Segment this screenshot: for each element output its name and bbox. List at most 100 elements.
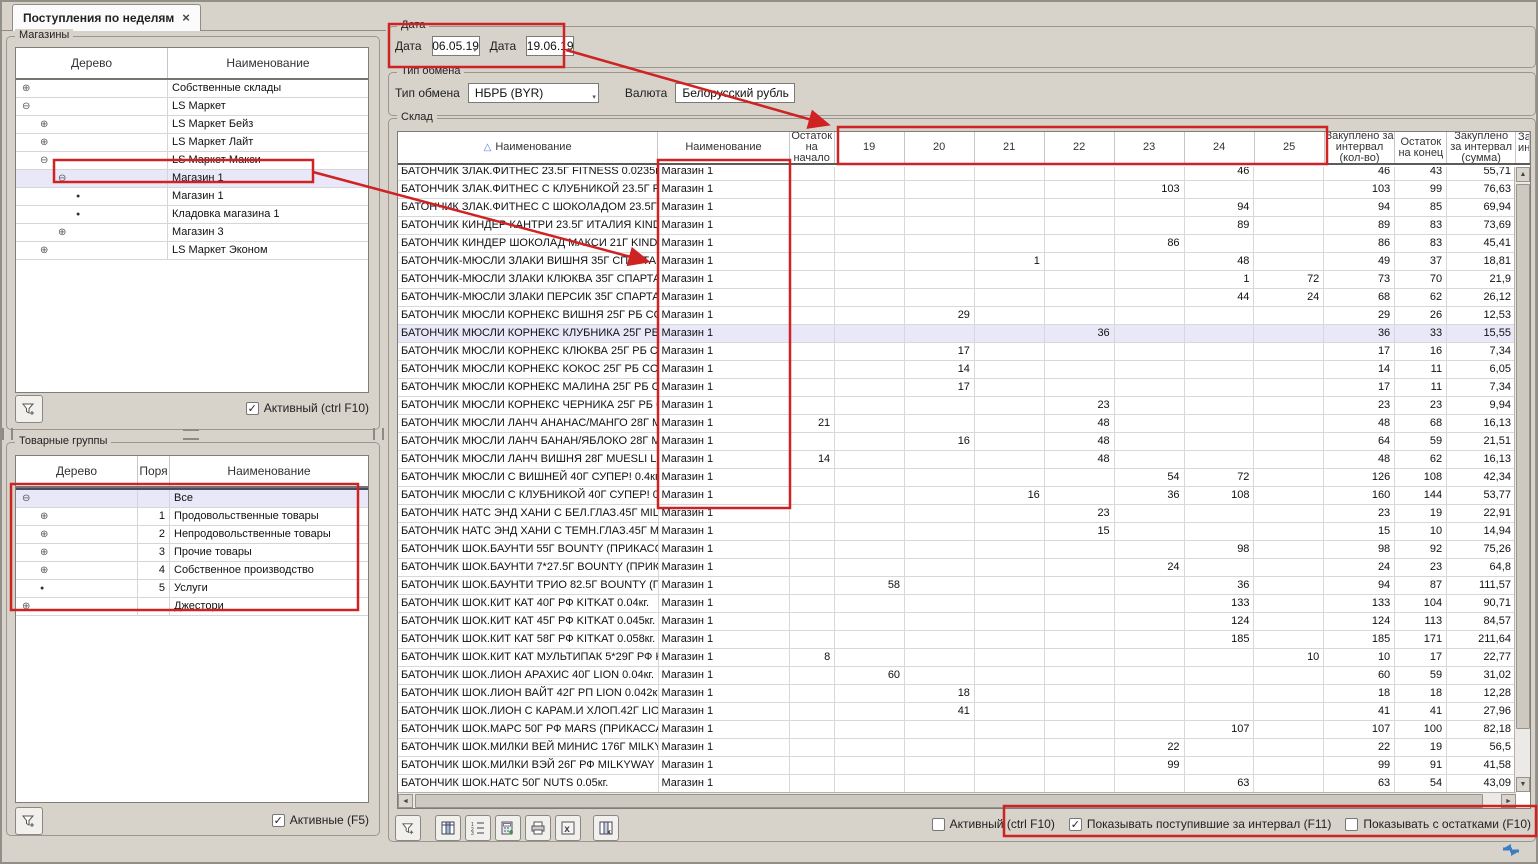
week-value-cell[interactable] [1045,775,1115,792]
purchased-sum-cell[interactable]: 42,34 [1447,469,1516,486]
tree-cell[interactable]: ⊖ [16,490,138,507]
checkbox-icon[interactable]: ✓ [1069,818,1082,831]
checkbox-icon[interactable] [1345,818,1358,831]
stores-filter-button[interactable] [15,395,43,423]
week-value-cell[interactable] [835,325,905,342]
week-value-cell[interactable] [1185,379,1255,396]
week-value-cell[interactable] [905,667,975,684]
option-checkbox[interactable]: Показывать с остатками (F10) [1345,817,1531,831]
week-value-cell[interactable] [1045,739,1115,756]
week-value-cell[interactable]: 41 [905,703,975,720]
week-value-cell[interactable] [975,433,1045,450]
week-value-cell[interactable] [975,217,1045,234]
week-value-cell[interactable] [1185,181,1255,198]
purchased-qty-cell[interactable]: 48 [1324,451,1395,468]
sklad-col-ost-kon[interactable]: Остаток на конец [1395,132,1447,163]
closing-balance-cell[interactable]: 23 [1395,397,1447,414]
product-name-cell[interactable]: БАТОНЧИК МЮСЛИ КОРНЕКС КЛУБНИКА 25Г РБ C… [398,325,659,342]
week-value-cell[interactable] [835,649,905,666]
tree-row[interactable]: ⊖LS Маркет [16,98,368,116]
store-cell[interactable]: Магазин 1 [659,487,791,504]
week-value-cell[interactable]: 29 [905,307,975,324]
opening-balance-cell[interactable] [790,613,835,630]
currency-field[interactable]: Белорусский рубль [675,83,795,103]
closing-balance-cell[interactable]: 11 [1395,361,1447,378]
week-value-cell[interactable] [975,739,1045,756]
closing-balance-cell[interactable]: 19 [1395,505,1447,522]
opening-balance-cell[interactable] [790,505,835,522]
week-value-cell[interactable] [1115,325,1185,342]
product-name-cell[interactable]: БАТОНЧИК ШОК.КИТ КАТ 45Г РФ KITKAT 0.045… [398,613,659,630]
week-value-cell[interactable] [975,523,1045,540]
closing-balance-cell[interactable]: 91 [1395,757,1447,774]
tree-row[interactable]: ⊕Собственные склады [16,80,368,98]
purchased-sum-cell[interactable]: 45,41 [1447,235,1516,252]
week-value-cell[interactable]: 108 [1185,487,1255,504]
table-row[interactable]: БАТОНЧИК-МЮСЛИ ЗЛАКИ ВИШНЯ 35Г СПАРТАК 0… [398,253,1516,271]
week-value-cell[interactable] [835,595,905,612]
closing-balance-cell[interactable]: 113 [1395,613,1447,630]
closing-balance-cell[interactable]: 33 [1395,325,1447,342]
closing-balance-cell[interactable]: 85 [1395,199,1447,216]
purchased-qty-cell[interactable]: 124 [1324,613,1395,630]
opening-balance-cell[interactable] [790,271,835,288]
collapse-icon[interactable]: ⊖ [58,173,66,184]
tree-cell[interactable]: ● [16,580,138,597]
opening-balance-cell[interactable] [790,739,835,756]
tree-row[interactable]: ●Магазин 1 [16,188,368,206]
product-name-cell[interactable]: БАТОНЧИК МЮСЛИ ЛАНЧ БАНАН/ЯБЛОКО 28Г MUE [398,433,659,450]
week-value-cell[interactable] [975,631,1045,648]
table-row[interactable]: БАТОНЧИК ШОК.МИЛКИ ВЕЙ МИНИС 176Г MILKYW… [398,739,1516,757]
week-value-cell[interactable]: 133 [1185,595,1255,612]
week-value-cell[interactable]: 99 [1115,757,1185,774]
tree-row-label[interactable]: Непродовольственные товары [170,526,368,543]
week-value-cell[interactable] [1045,343,1115,360]
week-value-cell[interactable] [1254,505,1324,522]
week-value-cell[interactable] [905,253,975,270]
week-value-cell[interactable] [1115,721,1185,738]
purchased-qty-cell[interactable]: 24 [1324,559,1395,576]
tree-cell[interactable]: ⊕ [16,134,168,151]
week-value-cell[interactable] [905,325,975,342]
table-row[interactable]: БАТОНЧИК ШОК.ЛИОН ВАЙТ 42Г РП LION 0.042… [398,685,1516,703]
tree-cell[interactable]: ⊕ [16,80,168,97]
week-value-cell[interactable] [905,181,975,198]
week-value-cell[interactable] [1045,181,1115,198]
week-value-cell[interactable] [905,721,975,738]
week-value-cell[interactable] [835,433,905,450]
week-value-cell[interactable] [1115,343,1185,360]
week-value-cell[interactable] [1115,433,1185,450]
expand-icon[interactable]: ⊕ [40,119,48,130]
product-name-cell[interactable]: БАТОНЧИК КИНДЕР КАНТРИ 23.5Г ИТАЛИЯ KIND… [398,217,659,234]
store-cell[interactable]: Магазин 1 [659,289,791,306]
week-value-cell[interactable] [905,469,975,486]
table-row[interactable]: БАТОНЧИК ШОК.КИТ КАТ 58Г РФ KITKAT 0.058… [398,631,1516,649]
tree-cell[interactable]: ● [16,206,168,223]
week-value-cell[interactable] [1115,307,1185,324]
purchased-qty-cell[interactable]: 94 [1324,577,1395,594]
table-row[interactable]: БАТОНЧИК МЮСЛИ С ВИШНЕЙ 40Г СУПЕР! 0.4кг… [398,469,1516,487]
product-name-cell[interactable]: БАТОНЧИК НАТС ЭНД ХАНИ С БЕЛ.ГЛАЗ.45Г MI… [398,505,659,522]
expand-icon[interactable]: ⊕ [40,529,48,540]
opening-balance-cell[interactable] [790,181,835,198]
purchased-qty-cell[interactable]: 23 [1324,505,1395,522]
closing-balance-cell[interactable]: 108 [1395,469,1447,486]
week-value-cell[interactable]: 185 [1185,631,1255,648]
week-value-cell[interactable] [1254,325,1324,342]
tree-row[interactable]: ⊕LS Маркет Эконом [16,242,368,260]
week-value-cell[interactable] [835,631,905,648]
week-value-cell[interactable] [835,415,905,432]
tree-row-label[interactable]: Джестори [170,598,368,615]
week-value-cell[interactable] [905,577,975,594]
store-cell[interactable]: Магазин 1 [659,541,791,558]
tree-cell[interactable]: ⊖ [16,98,168,115]
purchased-sum-cell[interactable]: 16,13 [1447,415,1516,432]
opening-balance-cell[interactable] [790,631,835,648]
horizontal-splitter-handle[interactable] [183,429,199,440]
week-value-cell[interactable] [975,235,1045,252]
closing-balance-cell[interactable]: 87 [1395,577,1447,594]
week-value-cell[interactable] [1045,289,1115,306]
purchased-qty-cell[interactable]: 126 [1324,469,1395,486]
week-value-cell[interactable]: 44 [1185,289,1255,306]
week-value-cell[interactable] [835,739,905,756]
